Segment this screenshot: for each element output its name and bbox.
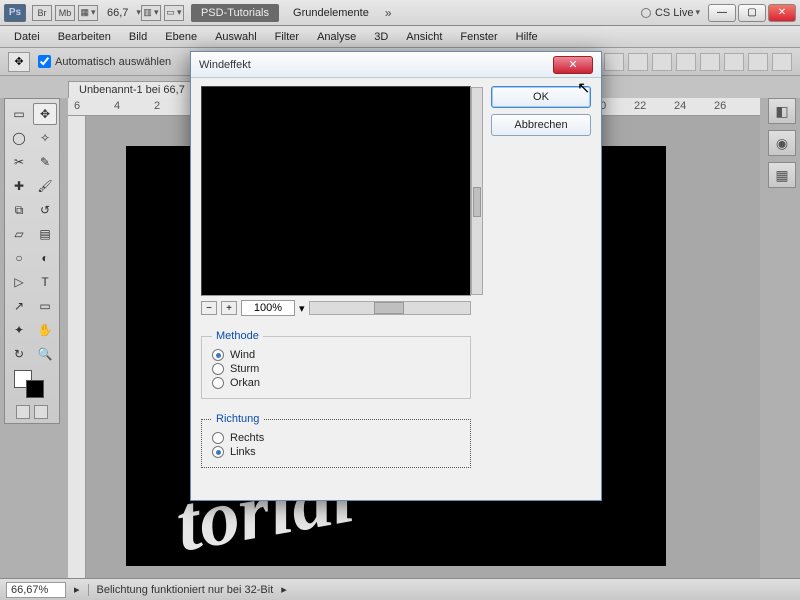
menu-3d[interactable]: 3D bbox=[366, 29, 396, 45]
tool-type[interactable]: T bbox=[33, 271, 57, 293]
move-tool-icon[interactable]: ✥ bbox=[8, 52, 30, 72]
status-bar: 66,67% ▸ Belichtung funktioniert nur bei… bbox=[0, 578, 800, 600]
zoom-out-button[interactable]: − bbox=[201, 301, 217, 315]
zoom-in-button[interactable]: + bbox=[221, 301, 237, 315]
quickmask-icon[interactable] bbox=[16, 405, 30, 419]
radio-wind[interactable]: Wind bbox=[212, 348, 460, 362]
tool-rotate[interactable]: ↻ bbox=[7, 343, 31, 365]
zoom-level[interactable]: 66,7 bbox=[107, 7, 128, 19]
tool-crop[interactable]: ✂ bbox=[7, 151, 31, 173]
radio-orkan[interactable]: Orkan bbox=[212, 376, 460, 390]
cslive-button[interactable]: CS Live ▾ bbox=[641, 7, 700, 19]
distribute-icon[interactable] bbox=[724, 53, 744, 71]
preview-vscroll[interactable] bbox=[471, 87, 483, 295]
menu-hilfe[interactable]: Hilfe bbox=[508, 29, 546, 45]
tool-brush[interactable]: 🖌 bbox=[33, 175, 57, 197]
tool-path[interactable]: ↗ bbox=[7, 295, 31, 317]
autoselect-label: Automatisch auswählen bbox=[55, 56, 171, 68]
right-collapsed-panels: ◧ ◉ ▦ bbox=[768, 98, 796, 188]
cancel-button[interactable]: Abbrechen bbox=[491, 114, 591, 136]
zoom-field[interactable]: 66,67% bbox=[6, 582, 66, 598]
align-icon[interactable] bbox=[628, 53, 648, 71]
radio-links[interactable]: Links bbox=[212, 445, 460, 459]
app-titlebar: Ps Br Mb ▦▾ 66,7▾ ▥▾ ▭▾ PSD-Tutorials Gr… bbox=[0, 0, 800, 26]
vertical-ruler bbox=[68, 116, 86, 578]
extras-button[interactable]: ▭▾ bbox=[164, 5, 184, 21]
tool-blur[interactable]: ○ bbox=[7, 247, 31, 269]
color-swatches[interactable] bbox=[7, 367, 31, 399]
tool-stamp[interactable]: ⧉ bbox=[7, 199, 31, 221]
align-icon[interactable] bbox=[652, 53, 672, 71]
tool-marquee[interactable]: ▭ bbox=[7, 103, 31, 125]
workspace-tab-active[interactable]: PSD-Tutorials bbox=[191, 4, 279, 22]
tool-gradient[interactable]: ▤ bbox=[33, 223, 57, 245]
chevron-right-icon[interactable]: ▸ bbox=[281, 583, 287, 596]
tool-move[interactable]: ✥ bbox=[33, 103, 57, 125]
preview-zoom-value[interactable]: 100% bbox=[241, 300, 295, 316]
preview-area[interactable] bbox=[201, 86, 471, 296]
cslive-label: CS Live bbox=[655, 7, 694, 19]
menu-bar: Datei Bearbeiten Bild Ebene Auswahl Filt… bbox=[0, 26, 800, 48]
radio-rechts[interactable]: Rechts bbox=[212, 431, 460, 445]
panel-styles-icon[interactable]: ▦ bbox=[768, 162, 796, 188]
dialog-titlebar[interactable]: Windeffekt ✕ bbox=[191, 52, 601, 78]
dialog-title: Windeffekt bbox=[199, 59, 251, 71]
menu-ansicht[interactable]: Ansicht bbox=[398, 29, 450, 45]
tool-hand[interactable]: ✋ bbox=[33, 319, 57, 341]
document-tab[interactable]: Unbenannt-1 bei 66,7 bbox=[68, 81, 196, 98]
direction-legend: Richtung bbox=[212, 413, 263, 425]
minibridge-button[interactable]: Mb bbox=[55, 5, 75, 21]
menu-datei[interactable]: Datei bbox=[6, 29, 48, 45]
distribute-icon[interactable] bbox=[772, 53, 792, 71]
align-icon[interactable] bbox=[676, 53, 696, 71]
preview-hscroll[interactable] bbox=[309, 301, 471, 315]
more-workspaces-icon[interactable]: » bbox=[385, 6, 392, 20]
tool-eyedrop[interactable]: ✎ bbox=[33, 151, 57, 173]
tool-3d[interactable]: ✦ bbox=[7, 319, 31, 341]
align-icon[interactable] bbox=[700, 53, 720, 71]
method-fieldset: Methode Wind Sturm Orkan bbox=[201, 330, 471, 399]
radio-sturm[interactable]: Sturm bbox=[212, 362, 460, 376]
autoselect-checkbox[interactable]: Automatisch auswählen bbox=[38, 55, 171, 68]
tool-shape[interactable]: ▭ bbox=[33, 295, 57, 317]
tool-history[interactable]: ↺ bbox=[33, 199, 57, 221]
tool-heal[interactable]: ✚ bbox=[7, 175, 31, 197]
close-button[interactable]: ✕ bbox=[768, 4, 796, 22]
dialog-close-button[interactable]: ✕ bbox=[553, 56, 593, 74]
tool-dodge[interactable]: ◐ bbox=[33, 247, 57, 269]
menu-fenster[interactable]: Fenster bbox=[452, 29, 505, 45]
panel-layers-icon[interactable]: ◧ bbox=[768, 98, 796, 124]
screen-mode-button[interactable]: ▦▾ bbox=[78, 5, 98, 21]
status-message: Belichtung funktioniert nur bei 32-Bit bbox=[88, 584, 274, 596]
menu-analyse[interactable]: Analyse bbox=[309, 29, 364, 45]
direction-fieldset: Richtung Rechts Links bbox=[201, 413, 471, 468]
tool-pen[interactable]: ▷ bbox=[7, 271, 31, 293]
chevron-right-icon[interactable]: ▸ bbox=[74, 583, 80, 596]
wind-dialog: Windeffekt ✕ OK Abbrechen − + 100%▾ Meth… bbox=[190, 51, 602, 501]
tools-panel: ▭ ✥ ◯ ✧ ✂ ✎ ✚ 🖌 ⧉ ↺ ▱ ▤ ○ ◐ ▷ T ↗ ▭ ✦ ✋ … bbox=[4, 98, 60, 424]
bridge-button[interactable]: Br bbox=[32, 5, 52, 21]
minimize-button[interactable]: — bbox=[708, 4, 736, 22]
tool-zoom[interactable]: 🔍 bbox=[33, 343, 57, 365]
menu-ebene[interactable]: Ebene bbox=[157, 29, 205, 45]
menu-filter[interactable]: Filter bbox=[267, 29, 307, 45]
menu-bearbeiten[interactable]: Bearbeiten bbox=[50, 29, 119, 45]
tool-wand[interactable]: ✧ bbox=[33, 127, 57, 149]
distribute-icon[interactable] bbox=[748, 53, 768, 71]
panel-adjust-icon[interactable]: ◉ bbox=[768, 130, 796, 156]
align-icon[interactable] bbox=[604, 53, 624, 71]
maximize-button[interactable]: ▢ bbox=[738, 4, 766, 22]
ok-button[interactable]: OK bbox=[491, 86, 591, 108]
menu-auswahl[interactable]: Auswahl bbox=[207, 29, 265, 45]
workspace-tab[interactable]: Grundelemente bbox=[283, 4, 379, 22]
tool-eraser[interactable]: ▱ bbox=[7, 223, 31, 245]
ps-logo-icon: Ps bbox=[4, 4, 26, 22]
method-legend: Methode bbox=[212, 330, 263, 342]
tool-lasso[interactable]: ◯ bbox=[7, 127, 31, 149]
screenmode-icon[interactable] bbox=[34, 405, 48, 419]
menu-bild[interactable]: Bild bbox=[121, 29, 155, 45]
arrange-button[interactable]: ▥▾ bbox=[141, 5, 161, 21]
